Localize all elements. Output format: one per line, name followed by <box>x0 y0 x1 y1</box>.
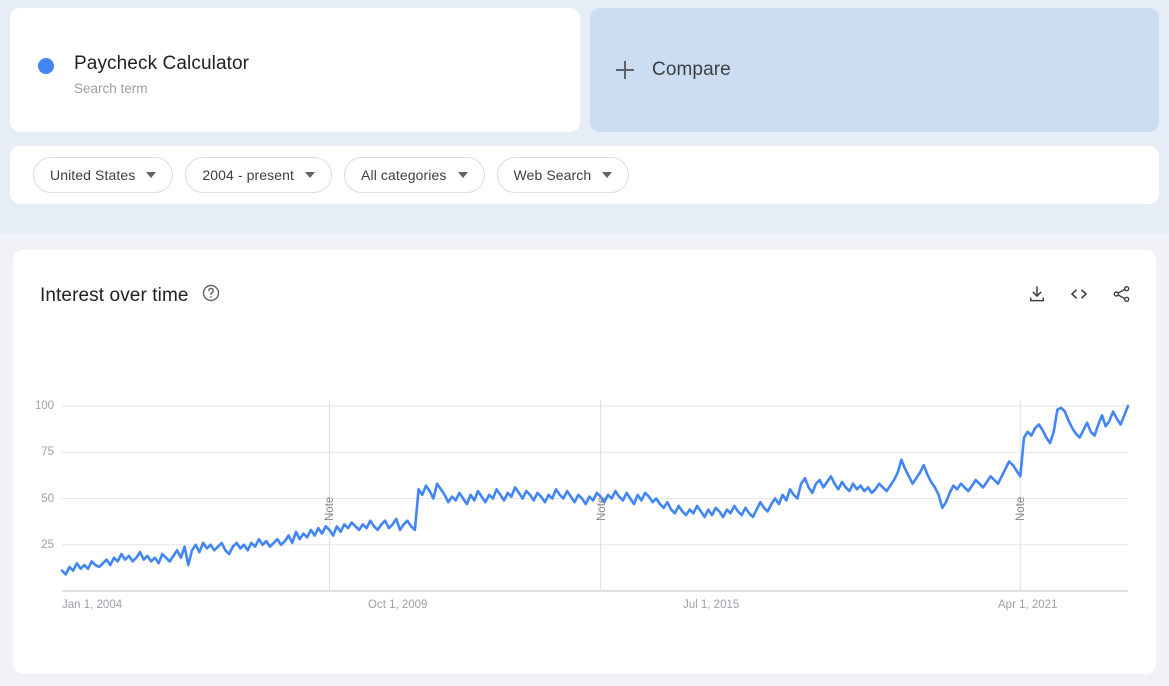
filter-chip-label: Web Search <box>513 167 592 183</box>
filter-chip-category[interactable]: All categories <box>344 157 485 193</box>
filter-chip-label: 2004 - present <box>202 167 295 183</box>
chevron-down-icon <box>602 172 613 178</box>
y-axis-tick-label: 25 <box>41 538 54 551</box>
chart-svg <box>60 400 1130 592</box>
filter-chip-label: United States <box>50 167 136 183</box>
search-term-texts: Paycheck Calculator Search term <box>74 52 249 99</box>
chart-note-label[interactable]: Note <box>596 497 608 521</box>
chart-note-label[interactable]: Note <box>1015 497 1027 521</box>
chevron-down-icon <box>457 172 468 178</box>
series-color-dot <box>38 58 54 74</box>
interest-over-time-chart[interactable]: Note Note Note 25 50 75 100 Jan 1, 2004 Oct 1, 2… <box>13 250 1156 674</box>
filter-chip-time-range[interactable]: 2004 - present <box>185 157 333 193</box>
filter-chip-location[interactable]: United States <box>33 157 174 193</box>
compare-label: Compare <box>652 59 731 80</box>
filter-chip-search-type[interactable]: Web Search <box>496 157 630 193</box>
x-axis-tick-label: Jan 1, 2004 <box>62 599 123 611</box>
search-term-subtitle: Search term <box>74 81 148 96</box>
chevron-down-icon <box>146 172 157 178</box>
y-axis-tick-label: 100 <box>34 400 54 412</box>
x-axis-tick-label: Oct 1, 2009 <box>368 599 428 611</box>
filter-bar: United States 2004 - present All categor… <box>10 146 1159 204</box>
interest-over-time-card: Interest over time Note Note Note 25 50 … <box>13 250 1156 674</box>
search-term-card[interactable]: Paycheck Calculator Search term <box>10 8 580 132</box>
chevron-down-icon <box>305 172 316 178</box>
plus-icon <box>616 61 634 79</box>
y-axis-tick-label: 50 <box>41 492 54 505</box>
x-axis-tick-label: Jul 1, 2015 <box>683 599 740 611</box>
search-term-title: Paycheck Calculator <box>74 53 250 74</box>
trends-page: Paycheck Calculator Search term Compare … <box>0 0 1169 686</box>
compare-button[interactable]: Compare <box>590 8 1159 132</box>
search-term-row: Paycheck Calculator Search term Compare <box>10 8 1159 132</box>
chart-note-label[interactable]: Note <box>324 497 336 521</box>
filter-chip-label: All categories <box>361 167 447 183</box>
y-axis-tick-label: 75 <box>41 446 54 459</box>
x-axis-tick-label: Apr 1, 2021 <box>998 599 1058 611</box>
